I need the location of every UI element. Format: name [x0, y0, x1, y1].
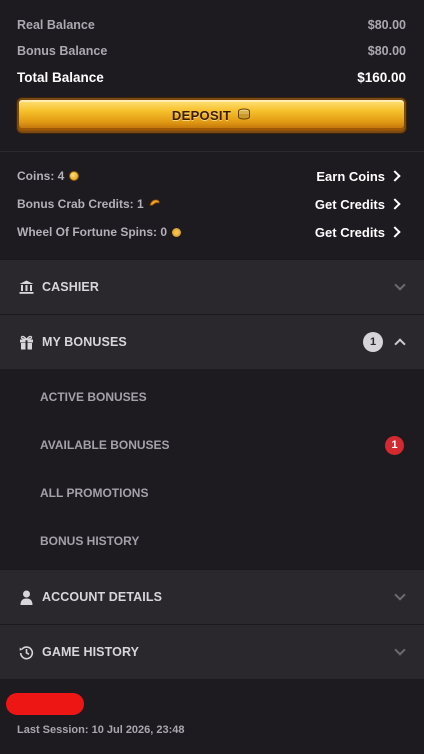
bonus-balance-label: Bonus Balance — [17, 44, 108, 58]
bonuses-title-wrap: MY BONUSES — [18, 334, 127, 350]
coins-row: Coins: 4 Earn Coins — [17, 162, 402, 190]
wheel-icon — [172, 227, 182, 237]
chevron-up-icon — [394, 338, 406, 350]
all-promotions-item[interactable]: ALL PROMOTIONS — [0, 469, 424, 517]
account-title-wrap: ACCOUNT DETAILS — [18, 589, 162, 605]
available-bonuses-badge: 1 — [385, 435, 404, 455]
bonuses-count-badge: 1 — [363, 332, 383, 352]
cashier-title-wrap: CASHIER — [18, 279, 99, 295]
bonus-history-item[interactable]: BONUS HISTORY — [0, 517, 424, 565]
crab-credit-icon — [149, 198, 161, 211]
earn-coins-link[interactable]: Earn Coins — [316, 169, 402, 184]
bank-icon — [18, 279, 34, 295]
crab-credits-label: Bonus Crab Credits: 1 — [17, 197, 144, 211]
chevron-right-icon — [389, 170, 401, 182]
credits-block: Coins: 4 Earn Coins Bonus Crab Credits: … — [0, 152, 424, 246]
cashier-title: CASHIER — [42, 280, 99, 294]
bonus-balance-row: Bonus Balance $80.00 — [17, 38, 406, 64]
coin-icon — [69, 171, 80, 181]
total-balance-value: $160.00 — [357, 69, 406, 85]
history-title: GAME HISTORY — [42, 645, 140, 659]
account-section-header[interactable]: ACCOUNT DETAILS — [0, 569, 424, 624]
active-bonuses-label: ACTIVE BONUSES — [40, 390, 147, 404]
deposit-button[interactable]: DEPOSIT — [17, 98, 406, 133]
total-balance-row: Total Balance $160.00 — [17, 64, 406, 90]
get-credits-label: Get Credits — [314, 224, 385, 240]
bonus-balance-value: $80.00 — [367, 44, 406, 58]
wheel-spins-label: Wheel Of Fortune Spins: 0 — [17, 225, 168, 239]
real-balance-label: Real Balance — [17, 18, 95, 32]
chevron-down-icon — [394, 279, 406, 291]
active-bonuses-item[interactable]: ACTIVE BONUSES — [0, 373, 424, 421]
deposit-label: DEPOSIT — [171, 108, 232, 123]
all-promotions-label: ALL PROMOTIONS — [40, 486, 149, 500]
bonuses-right: 1 — [363, 332, 406, 352]
real-balance-row: Real Balance $80.00 — [17, 12, 406, 38]
coins-icon — [237, 108, 251, 123]
bonus-history-label: BONUS HISTORY — [40, 534, 140, 548]
chevron-right-icon — [389, 198, 401, 210]
get-credits-label: Get Credits — [314, 196, 385, 212]
coins-label: Coins: 4 — [17, 169, 65, 183]
history-section-header[interactable]: GAME HISTORY — [0, 624, 424, 679]
footer: Last Session: 10 Jul 2026, 23:48 — [0, 679, 424, 736]
real-balance-value: $80.00 — [367, 18, 406, 32]
wheel-spins-info: Wheel Of Fortune Spins: 0 — [17, 225, 182, 239]
history-title-wrap: GAME HISTORY — [18, 644, 139, 660]
earn-coins-label: Earn Coins — [316, 168, 385, 184]
redacted-username — [6, 693, 84, 715]
last-session-text: Last Session: 10 Jul 2026, 23:48 — [17, 724, 185, 736]
bonuses-title: MY BONUSES — [42, 335, 127, 349]
chevron-down-icon — [394, 644, 406, 656]
bonuses-submenu: ACTIVE BONUSES AVAILABLE BONUSES 1 ALL P… — [0, 369, 424, 569]
available-bonuses-label: AVAILABLE BONUSES — [40, 438, 170, 452]
history-icon — [18, 644, 34, 660]
crab-credits-info: Bonus Crab Credits: 1 — [17, 197, 161, 211]
cashier-section-header[interactable]: CASHIER — [0, 259, 424, 314]
total-balance-label: Total Balance — [17, 69, 104, 85]
chevron-down-icon — [394, 589, 406, 601]
get-wheel-credits-link[interactable]: Get Credits — [315, 225, 402, 240]
user-icon — [18, 589, 34, 605]
wheel-spins-row: Wheel Of Fortune Spins: 0 Get Credits — [17, 218, 402, 246]
available-bonuses-item[interactable]: AVAILABLE BONUSES 1 — [0, 421, 424, 469]
bonuses-section-header[interactable]: MY BONUSES 1 — [0, 314, 424, 369]
balances-block: Real Balance $80.00 Bonus Balance $80.00… — [0, 0, 424, 133]
crab-credits-row: Bonus Crab Credits: 1 Get Credits — [17, 190, 402, 218]
gift-icon — [18, 334, 34, 350]
coins-info: Coins: 4 — [17, 169, 80, 183]
chevron-right-icon — [389, 226, 401, 238]
get-crab-credits-link[interactable]: Get Credits — [315, 197, 402, 212]
account-menu-panel: Real Balance $80.00 Bonus Balance $80.00… — [0, 0, 424, 754]
account-title: ACCOUNT DETAILS — [42, 590, 163, 604]
